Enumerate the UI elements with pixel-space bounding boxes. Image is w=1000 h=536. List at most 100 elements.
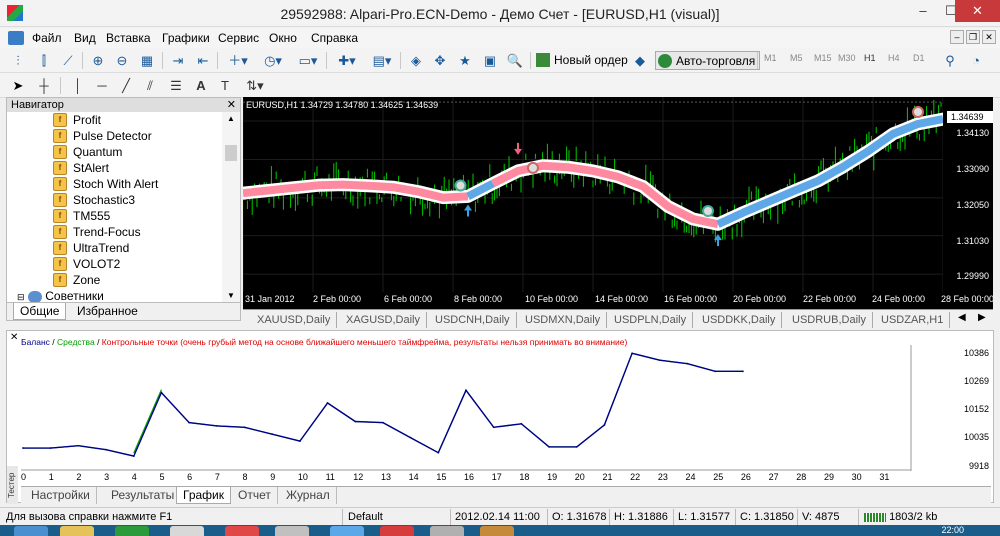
tab-scroll-left-icon[interactable]: ◀ — [958, 312, 966, 323]
price-label: 1.29990 — [956, 271, 989, 281]
strategy-tester-icon[interactable]: 🔍 — [505, 51, 525, 70]
app-taskbar-icon[interactable] — [430, 526, 464, 536]
menu-view[interactable]: Вид — [74, 31, 96, 45]
connection-status: 1803/2 kb — [864, 511, 937, 523]
navigator-advisors[interactable]: ⊟ Советники — [17, 288, 104, 302]
fibonacci-icon[interactable]: ☰ — [166, 76, 186, 95]
horizontal-line-icon[interactable]: ─ — [92, 76, 112, 95]
list-item[interactable]: f Stochastic3 — [53, 192, 135, 208]
auto-trading-button[interactable]: Авто-торговля — [655, 51, 761, 70]
text-icon[interactable]: A — [191, 76, 211, 95]
tf-m15[interactable]: M15 — [814, 53, 832, 63]
profiles-icon[interactable]: ▤▾ — [367, 51, 397, 70]
chat-icon[interactable]: ◔ — [966, 51, 986, 70]
tester-close-icon[interactable]: ✕ — [10, 332, 18, 343]
chart-icon[interactable] — [8, 31, 24, 45]
tf-m30[interactable]: M30 — [838, 53, 856, 63]
chart-shift-icon[interactable]: ⇤ — [193, 51, 213, 70]
tab-symbol[interactable]: USDMXN,Daily — [519, 312, 608, 328]
browser-icon[interactable] — [330, 526, 364, 536]
app-taskbar-icon[interactable] — [380, 526, 414, 536]
tab-favorites[interactable]: Избранное — [71, 303, 144, 320]
trendline-icon[interactable]: ╱ — [116, 76, 136, 95]
tf-h4[interactable]: H4 — [888, 53, 900, 63]
arrows-icon[interactable]: ⇅▾ — [240, 76, 270, 95]
list-item[interactable]: f Trend-Focus — [53, 224, 141, 240]
start-button[interactable] — [14, 526, 48, 536]
doc-taskbar-icon[interactable] — [170, 526, 204, 536]
zoom-out-icon[interactable]: ⊖ — [112, 51, 132, 70]
tab-symbol[interactable]: USDCNH,Daily — [429, 312, 517, 328]
tile-windows-icon[interactable]: ▦ — [137, 51, 157, 70]
tab-symbol[interactable]: USDZAR,H1 — [875, 312, 951, 328]
tab-symbol[interactable]: XAGUSD,Daily — [340, 312, 427, 328]
list-item[interactable]: f UltraTrend — [53, 240, 129, 256]
menu-tools[interactable]: Сервис — [218, 31, 259, 45]
menu-charts[interactable]: Графики — [162, 31, 210, 45]
list-item[interactable]: f Pulse Detector — [53, 128, 152, 144]
market-watch-icon[interactable]: ◈ — [406, 51, 426, 70]
tab-common[interactable]: Общие — [13, 303, 67, 320]
candle-chart-icon[interactable]: ⫿ — [34, 51, 54, 70]
bar-chart-icon[interactable]: ⫶ — [8, 51, 28, 70]
tab-symbol[interactable]: USDPLN,Daily — [608, 312, 694, 328]
menu-insert[interactable]: Вставка — [106, 31, 151, 45]
line-chart-icon[interactable]: ⟋ — [58, 51, 78, 70]
text-label-icon[interactable]: T — [215, 76, 235, 95]
tab-results[interactable]: Результаты — [105, 487, 182, 504]
tab-settings[interactable]: Настройки — [25, 487, 97, 504]
metaeditor-icon[interactable]: ◆ — [630, 51, 650, 70]
indicators-icon[interactable]: ＋▾ — [223, 51, 253, 70]
menu-file[interactable]: Файл — [32, 31, 62, 45]
app-taskbar-icon[interactable] — [225, 526, 259, 536]
crosshair-icon[interactable]: ┼ — [34, 76, 54, 95]
list-item[interactable]: f VOLOT2 — [53, 256, 120, 272]
price-chart[interactable]: EURUSD,H1 1.34729 1.34780 1.34625 1.3463… — [243, 97, 993, 309]
vertical-line-icon[interactable]: │ — [68, 76, 88, 95]
tf-m5[interactable]: M5 — [790, 53, 803, 63]
periods-icon[interactable]: ◷▾ — [258, 51, 288, 70]
channel-icon[interactable]: ⫽ — [140, 76, 160, 95]
list-item[interactable]: f StAlert — [53, 160, 109, 176]
list-item[interactable]: f Quantum — [53, 144, 122, 160]
x-tick-label: 25 — [713, 472, 724, 482]
tab-journal[interactable]: Журнал — [280, 487, 337, 504]
templates-icon[interactable]: ▭▾ — [293, 51, 323, 70]
tab-report[interactable]: Отчет — [232, 487, 278, 504]
list-item[interactable]: f Profit — [53, 112, 101, 128]
mdi-minimize-button[interactable]: – — [950, 30, 964, 44]
balance-point — [492, 426, 495, 429]
zoom-in-icon[interactable]: ⊕ — [88, 51, 108, 70]
app-taskbar-icon[interactable] — [275, 526, 309, 536]
collapse-icon[interactable]: ⊟ — [17, 292, 25, 302]
list-item[interactable]: f Stoch With Alert — [53, 176, 158, 192]
list-item[interactable]: f Zone — [53, 272, 100, 288]
app-taskbar-icon[interactable] — [480, 526, 514, 536]
new-order-button[interactable]: Новый ордер — [534, 51, 628, 70]
explorer-icon[interactable] — [60, 526, 94, 536]
tf-h1[interactable]: H1 — [864, 53, 876, 63]
tf-d1[interactable]: D1 — [913, 53, 925, 63]
data-window-icon[interactable]: ✥ — [430, 51, 450, 70]
tab-graph[interactable]: График — [176, 487, 231, 504]
new-chart-icon[interactable]: ✚▾ — [332, 51, 362, 70]
search-icon[interactable]: ⚲ — [940, 51, 960, 70]
tab-symbol[interactable]: XAUUSD,Daily — [251, 312, 338, 328]
tf-m1[interactable]: M1 — [764, 53, 777, 63]
terminal-icon[interactable]: ▣ — [480, 51, 500, 70]
navigator-scrollbar[interactable]: ▲ ▼ — [222, 112, 240, 302]
mdi-close-button[interactable]: ✕ — [982, 30, 996, 44]
navigator-close-icon[interactable]: ✕ — [227, 98, 236, 112]
close-button[interactable]: ✕ — [955, 0, 1000, 22]
app-taskbar-icon[interactable] — [115, 526, 149, 536]
tab-symbol[interactable]: USDDKK,Daily — [696, 312, 783, 328]
tab-scroll-right-icon[interactable]: ▶ — [978, 312, 986, 323]
mdi-restore-button[interactable]: ❐ — [966, 30, 980, 44]
list-item[interactable]: f TM555 — [53, 208, 110, 224]
autoscroll-icon[interactable]: ⇥ — [168, 51, 188, 70]
menu-window[interactable]: Окно — [269, 31, 297, 45]
menu-help[interactable]: Справка — [311, 31, 358, 45]
tab-symbol[interactable]: USDRUB,Daily — [786, 312, 873, 328]
navigator-icon[interactable]: ★ — [455, 51, 475, 70]
cursor-icon[interactable]: ➤ — [8, 76, 28, 95]
